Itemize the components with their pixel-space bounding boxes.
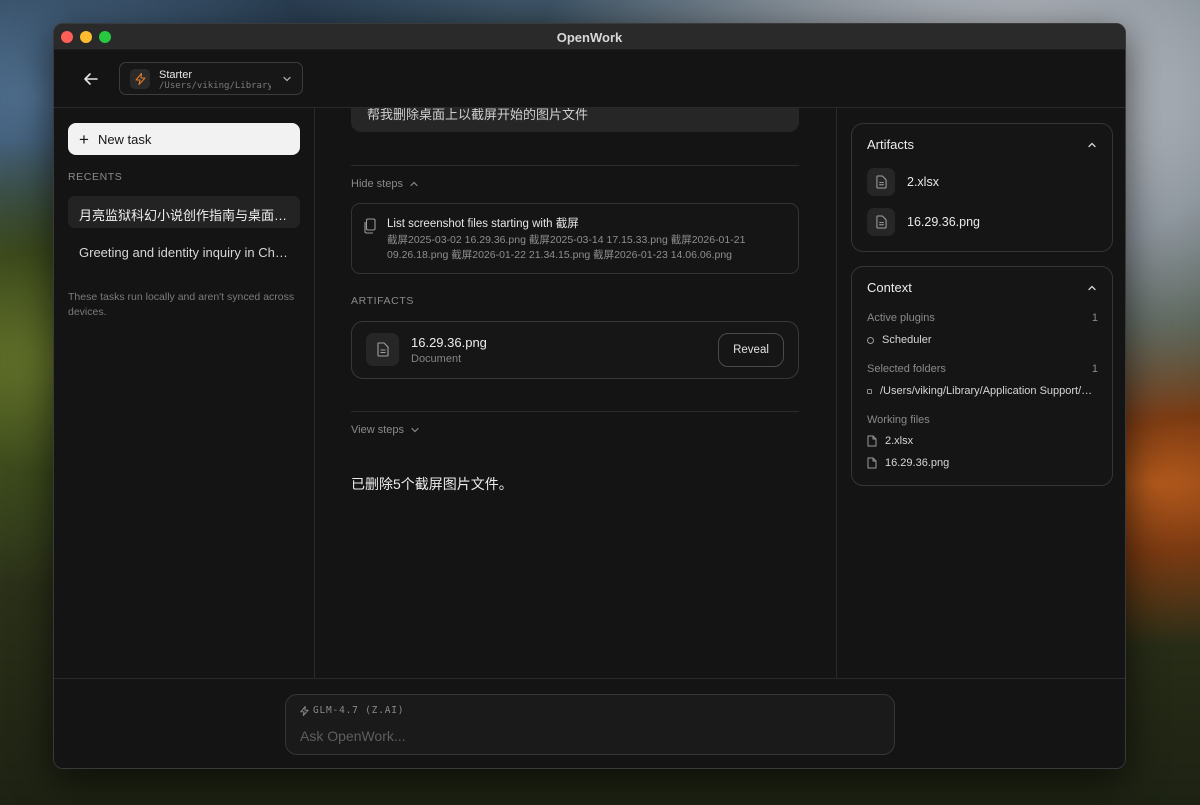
- chevron-down-icon: [411, 427, 419, 433]
- artifacts-panel: Artifacts 2.xlsx 16.29.36.png: [851, 123, 1113, 252]
- assistant-message: 已删除5个截屏图片文件。: [351, 476, 513, 492]
- divider: [351, 411, 799, 412]
- step-title: List screenshot files starting with 截屏: [387, 218, 579, 230]
- workspace-selector[interactable]: Starter /Users/viking/Library/Applicatio…: [119, 62, 303, 95]
- working-file-item[interactable]: 16.29.36.png: [867, 457, 1099, 469]
- chevron-down-icon: [283, 76, 291, 82]
- plugin-item: Scheduler: [867, 334, 1099, 346]
- model-selector[interactable]: GLM-4.7 (Z.AI): [300, 705, 404, 716]
- folder-path: /Users/viking/Library/Application Suppor…: [880, 385, 1099, 397]
- message-input[interactable]: [300, 725, 880, 747]
- chevron-up-icon[interactable]: [1087, 140, 1097, 150]
- recent-task-item[interactable]: Greeting and identity inquiry in Chinese: [68, 236, 300, 268]
- active-plugins-label: Active plugins: [867, 312, 935, 324]
- divider: [351, 165, 799, 166]
- artifacts-panel-title: Artifacts: [867, 137, 914, 152]
- plugin-name: Scheduler: [882, 334, 932, 346]
- file-icon: [867, 435, 877, 447]
- panel-artifact-item[interactable]: 16.29.36.png: [867, 208, 980, 236]
- working-file-name: 2.xlsx: [885, 435, 914, 447]
- window-title: OpenWork: [556, 30, 623, 45]
- folder-item[interactable]: /Users/viking/Library/Application Suppor…: [867, 385, 1099, 397]
- composer-bar: GLM-4.7 (Z.AI): [54, 678, 1125, 768]
- reveal-button[interactable]: Reveal: [718, 333, 784, 367]
- file-icon: [867, 457, 877, 469]
- hide-steps-label: Hide steps: [351, 178, 403, 190]
- composer: GLM-4.7 (Z.AI): [285, 694, 895, 755]
- chevron-up-icon[interactable]: [1087, 283, 1097, 293]
- plus-icon: +: [79, 129, 89, 149]
- artifact-type: Document: [411, 353, 462, 365]
- app-window: OpenWork Starter /Users/viking/Library/A…: [53, 23, 1126, 769]
- workspace-name: Starter: [159, 69, 193, 81]
- conversation-pane: 帮我删除桌面上以截屏开始的图片文件 Hide steps List screen…: [315, 108, 836, 678]
- document-icon: [867, 208, 895, 236]
- working-file-name: 16.29.36.png: [885, 457, 950, 469]
- folder-icon: [867, 388, 872, 394]
- context-panel: Context Active plugins 1 Scheduler Selec…: [851, 266, 1113, 486]
- arrow-left-icon: [84, 73, 98, 85]
- sidebar: + New task RECENTS 月亮监狱科幻小说创作指南与桌面截屏清理 G…: [54, 108, 315, 678]
- working-files-label: Working files: [867, 414, 930, 426]
- model-name: GLM-4.7 (Z.AI): [313, 705, 405, 716]
- title-bar: OpenWork: [54, 24, 1125, 50]
- top-bar: Starter /Users/viking/Library/Applicatio…: [54, 50, 1125, 108]
- panel-artifact-name: 2.xlsx: [907, 175, 939, 189]
- artifacts-heading: ARTIFACTS: [351, 295, 414, 307]
- chevron-up-icon: [410, 181, 418, 187]
- context-panel-title: Context: [867, 280, 912, 295]
- local-tasks-note: These tasks run locally and aren't synce…: [68, 291, 295, 318]
- back-button[interactable]: [78, 66, 104, 92]
- document-icon: [366, 333, 399, 366]
- active-plugins-count: 1: [1091, 312, 1098, 324]
- artifact-name: 16.29.36.png: [411, 335, 487, 350]
- recents-heading: RECENTS: [68, 171, 123, 183]
- right-panel: Artifacts 2.xlsx 16.29.36.png Context Ac…: [836, 108, 1125, 678]
- plugin-status-icon: [867, 336, 874, 344]
- panel-artifact-item[interactable]: 2.xlsx: [867, 168, 939, 196]
- panel-artifact-name: 16.29.36.png: [907, 215, 980, 229]
- selected-folders-label: Selected folders: [867, 363, 946, 375]
- working-file-item[interactable]: 2.xlsx: [867, 435, 1099, 447]
- lightning-icon: [130, 69, 150, 89]
- lightning-icon: [300, 705, 309, 716]
- recent-task-item[interactable]: 月亮监狱科幻小说创作指南与桌面截屏清理: [68, 196, 300, 228]
- hide-steps-toggle[interactable]: Hide steps: [351, 178, 419, 190]
- user-message: 帮我删除桌面上以截屏开始的图片文件: [351, 108, 799, 132]
- artifact-card[interactable]: 16.29.36.png Document Reveal: [351, 321, 799, 379]
- view-steps-toggle[interactable]: View steps: [351, 424, 420, 436]
- step-card: List screenshot files starting with 截屏 截…: [351, 203, 799, 274]
- workspace-path: /Users/viking/Library/Application Suppor…: [159, 81, 271, 91]
- selected-folders-count: 1: [1091, 363, 1098, 375]
- view-steps-label: View steps: [351, 424, 404, 436]
- document-icon: [867, 168, 895, 196]
- step-detail: 截屏2025-03-02 16.29.36.png 截屏2025-03-14 1…: [387, 234, 746, 261]
- new-task-button[interactable]: + New task: [68, 123, 300, 155]
- file-copy-icon: [364, 218, 376, 234]
- new-task-label: New task: [97, 131, 152, 147]
